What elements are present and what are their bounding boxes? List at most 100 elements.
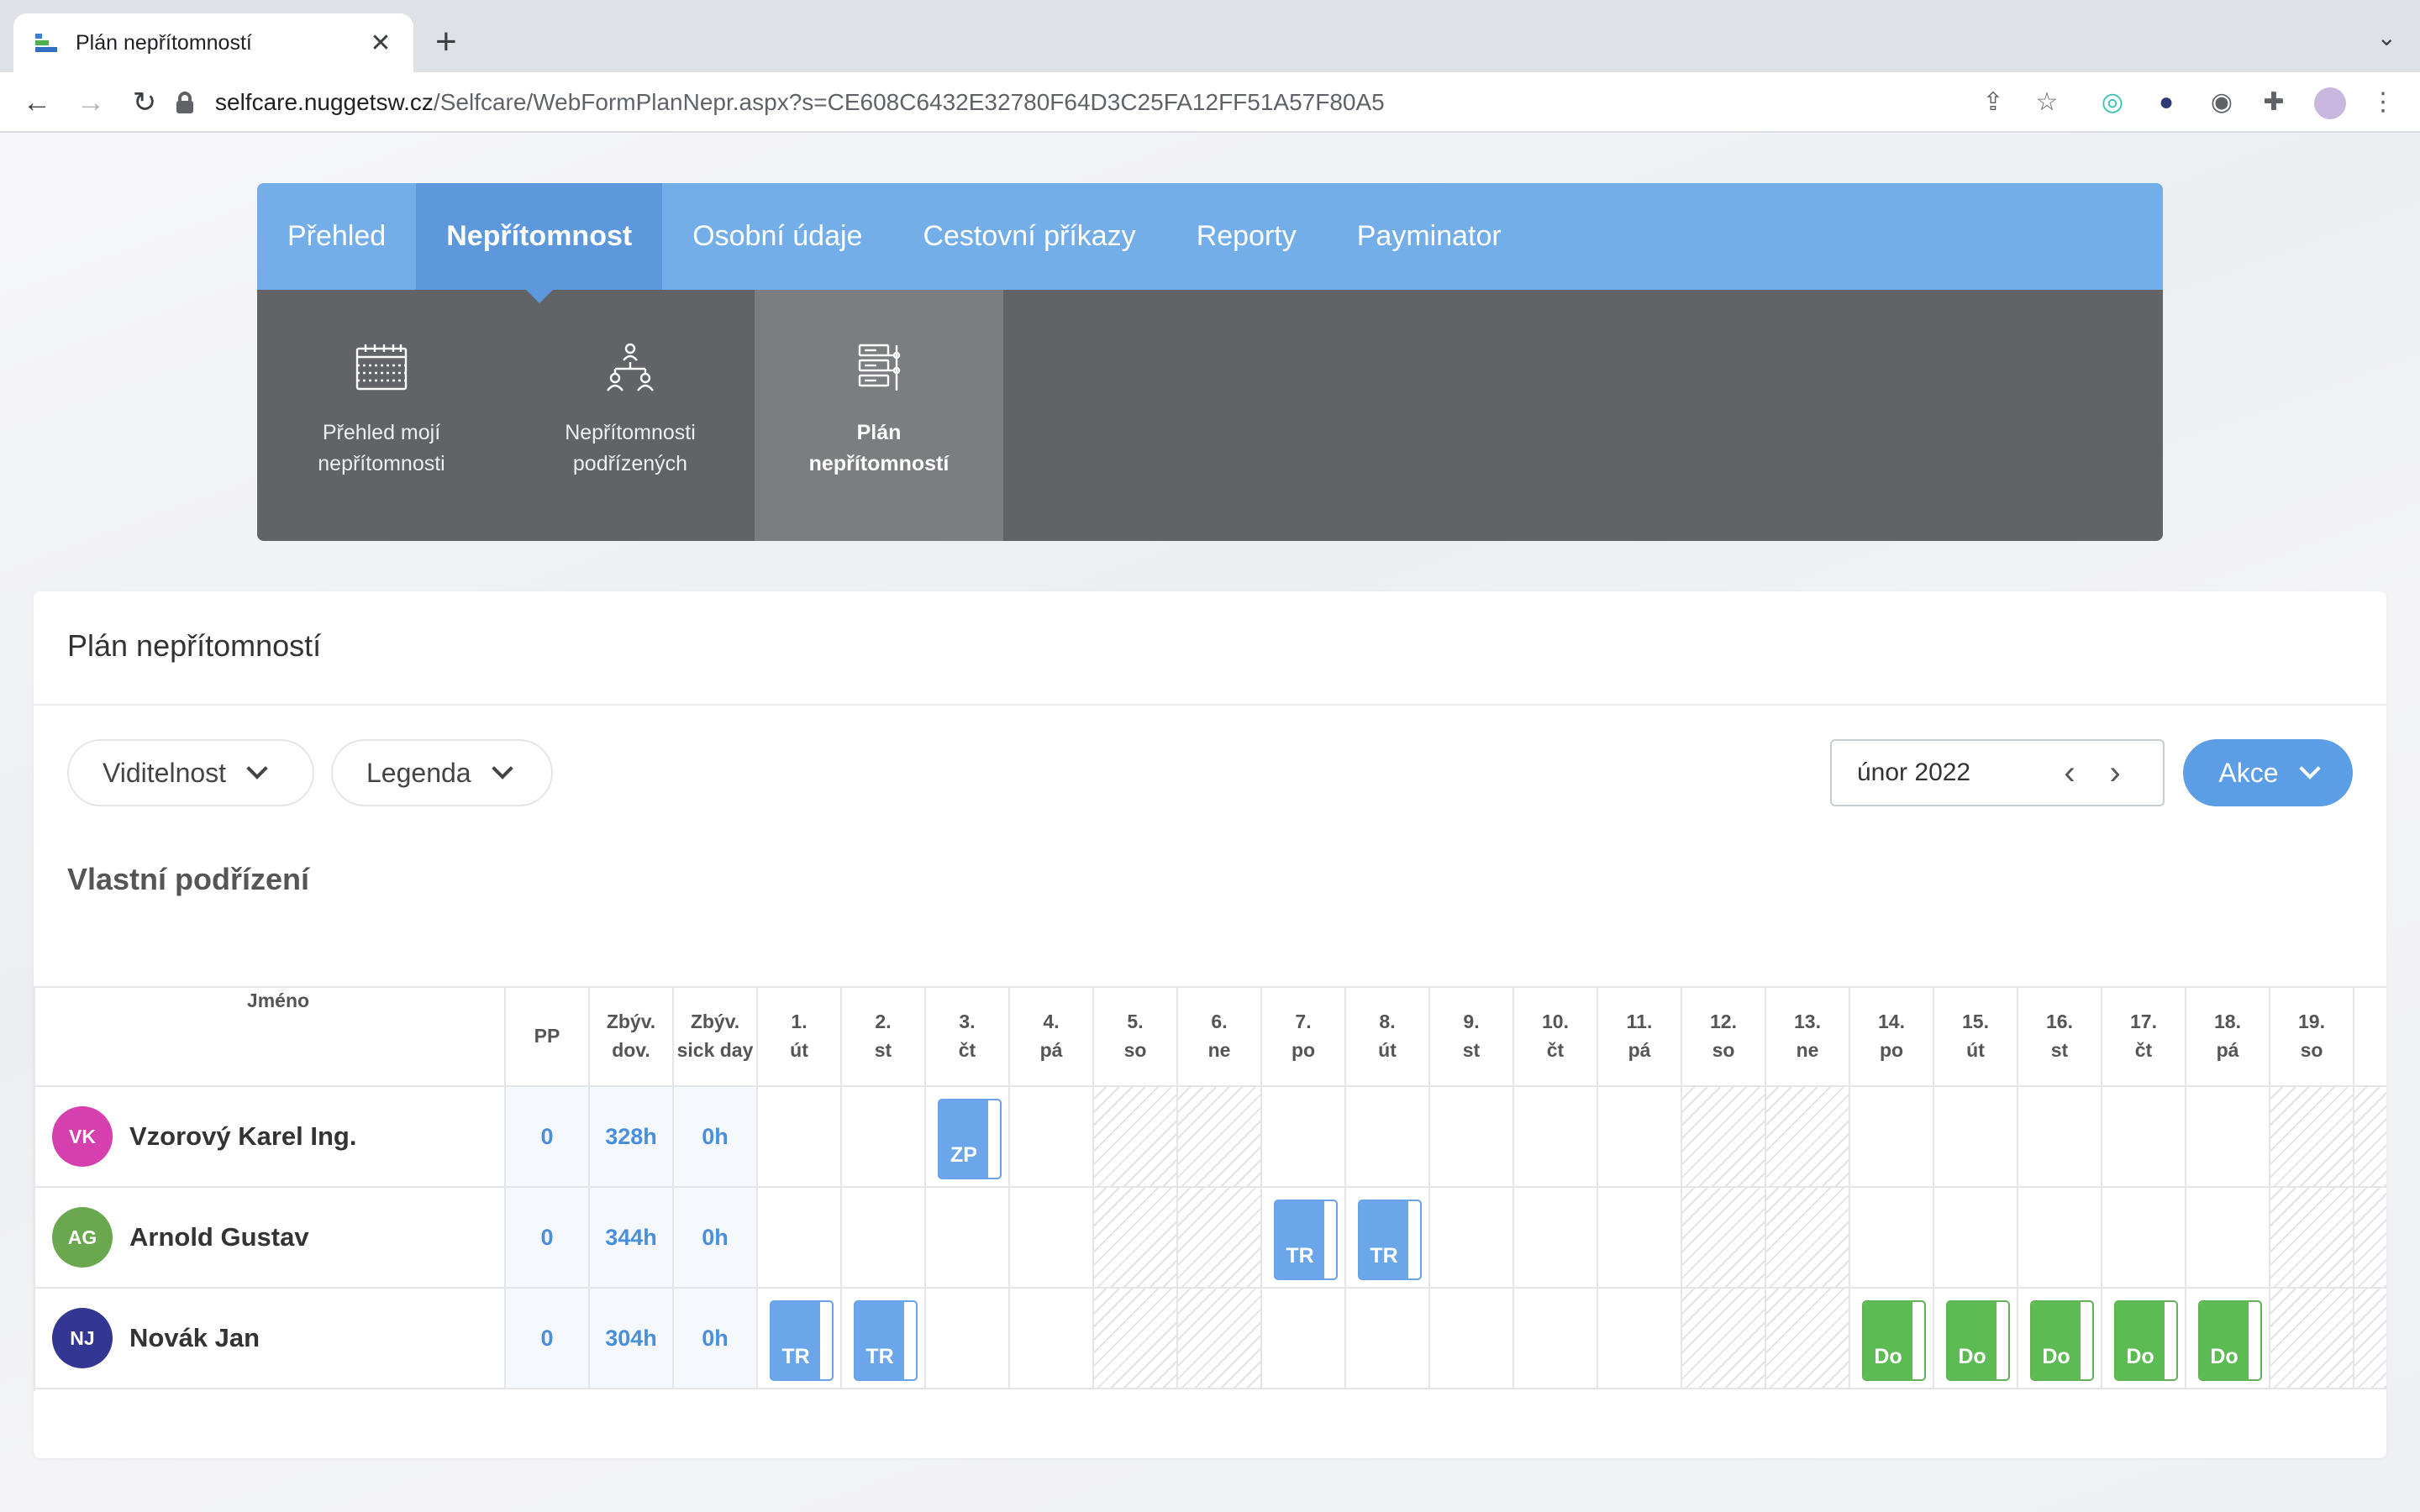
browser-menu-icon[interactable]: ⋮: [2368, 87, 2398, 118]
day-cell[interactable]: [758, 1188, 842, 1289]
back-arrow-icon[interactable]: ←: [18, 84, 55, 121]
weekend-day-cell[interactable]: [1178, 1289, 1262, 1389]
next-month-icon[interactable]: ›: [2092, 756, 2138, 790]
weekend-day-cell[interactable]: [2354, 1188, 2386, 1289]
weekend-day-cell[interactable]: [2270, 1289, 2354, 1389]
akce-button[interactable]: Akce: [2183, 739, 2353, 806]
day-cell[interactable]: [2186, 1087, 2270, 1188]
forward-arrow-icon[interactable]: →: [72, 84, 109, 121]
weekend-day-cell[interactable]: [2270, 1188, 2354, 1289]
tab-reporty[interactable]: Reporty: [1166, 183, 1327, 290]
weekend-day-cell[interactable]: [2354, 1289, 2386, 1389]
day-cell[interactable]: [842, 1087, 926, 1188]
day-cell[interactable]: [1598, 1188, 1682, 1289]
browser-tab[interactable]: Plán nepřítomností ✕: [13, 13, 413, 72]
close-tab-icon[interactable]: ✕: [368, 29, 393, 58]
extension-fingerprint-icon[interactable]: ◉: [2207, 87, 2237, 118]
profile-avatar[interactable]: [2314, 87, 2346, 119]
employee-name-cell[interactable]: NJ Novák Jan: [34, 1289, 506, 1389]
day-cell[interactable]: [1934, 1188, 2018, 1289]
extension-ring-icon[interactable]: ◎: [2097, 87, 2128, 118]
weekend-day-cell[interactable]: [2354, 1087, 2386, 1188]
reload-icon[interactable]: ↻: [126, 84, 163, 121]
sub-item-prehled-moji-nepritomnosti[interactable]: Přehled mojí nepřítomnosti: [257, 290, 506, 541]
day-cell[interactable]: [1430, 1289, 1514, 1389]
weekend-day-cell[interactable]: [2270, 1087, 2354, 1188]
absence-block[interactable]: TR: [1274, 1200, 1338, 1280]
day-cell[interactable]: [926, 1188, 1010, 1289]
sub-item-plan-nepritomnosti[interactable]: Plán nepřítomností: [755, 290, 1003, 541]
day-weekday: po: [1291, 1039, 1316, 1061]
tab-cestovni-prikazy[interactable]: Cestovní příkazy: [892, 183, 1165, 290]
new-tab-icon[interactable]: +: [435, 18, 457, 66]
tab-osobni-udaje[interactable]: Osobní údaje: [662, 183, 892, 290]
header-pp-label: PP: [534, 1025, 560, 1047]
weekend-day-cell[interactable]: [1094, 1087, 1178, 1188]
employee-name-cell[interactable]: VK Vzorový Karel Ing.: [34, 1087, 506, 1188]
day-cell[interactable]: [1598, 1289, 1682, 1389]
weekend-day-cell[interactable]: [1094, 1289, 1178, 1389]
extensions-puzzle-icon[interactable]: ✚: [2259, 87, 2289, 118]
tab-payminator[interactable]: Payminator: [1327, 183, 1532, 290]
tab-prehled[interactable]: Přehled: [257, 183, 416, 290]
previous-month-icon[interactable]: ‹: [2047, 756, 2092, 790]
weekend-day-cell[interactable]: [1682, 1188, 1766, 1289]
weekend-day-cell[interactable]: [1178, 1087, 1262, 1188]
day-cell[interactable]: [1850, 1087, 1934, 1188]
weekend-day-cell[interactable]: [1682, 1087, 1766, 1188]
day-cell[interactable]: [758, 1087, 842, 1188]
address-bar[interactable]: selfcare.nuggetsw.cz/Selfcare/WebFormPla…: [176, 76, 2086, 129]
day-cell[interactable]: [1514, 1188, 1598, 1289]
employee-name-cell[interactable]: AG Arnold Gustav: [34, 1188, 506, 1289]
day-cell[interactable]: [1430, 1087, 1514, 1188]
day-cell[interactable]: [926, 1289, 1010, 1389]
weekend-day-cell[interactable]: [1178, 1188, 1262, 1289]
day-cell[interactable]: [2186, 1188, 2270, 1289]
absence-block[interactable]: Do: [2198, 1300, 2262, 1381]
day-cell[interactable]: [842, 1188, 926, 1289]
absence-block[interactable]: Do: [1862, 1300, 1926, 1381]
day-cell[interactable]: [1598, 1087, 1682, 1188]
day-cell[interactable]: [1010, 1188, 1094, 1289]
absence-block[interactable]: ZP: [938, 1099, 1002, 1179]
day-cell[interactable]: [2018, 1188, 2102, 1289]
remaining-sick-day-cell: 0h: [674, 1289, 758, 1389]
day-cell[interactable]: [1850, 1188, 1934, 1289]
visibility-dropdown[interactable]: Viditelnost: [67, 739, 314, 806]
day-cell[interactable]: [1514, 1087, 1598, 1188]
weekend-day-cell[interactable]: [1766, 1087, 1850, 1188]
absence-block[interactable]: Do: [2114, 1300, 2178, 1381]
day-cell[interactable]: [1934, 1087, 2018, 1188]
extension-circle-icon[interactable]: ●: [2151, 87, 2181, 118]
share-icon[interactable]: ⇪: [1978, 87, 2008, 118]
day-cell[interactable]: [2102, 1087, 2186, 1188]
absence-block[interactable]: TR: [1358, 1200, 1422, 1280]
tab-nepritomnost[interactable]: Nepřítomnost: [416, 183, 663, 303]
lock-icon[interactable]: [176, 92, 193, 113]
header-name-label: Jméno: [246, 990, 310, 1011]
absence-block[interactable]: TR: [770, 1300, 834, 1381]
day-cell[interactable]: [1262, 1087, 1346, 1188]
day-cell[interactable]: [1346, 1289, 1430, 1389]
day-cell[interactable]: [1010, 1289, 1094, 1389]
avatar: VK: [52, 1106, 113, 1167]
absence-block[interactable]: Do: [1946, 1300, 2010, 1381]
day-cell[interactable]: [2018, 1087, 2102, 1188]
weekend-day-cell[interactable]: [1094, 1188, 1178, 1289]
month-picker[interactable]: únor 2022 ‹ ›: [1830, 739, 2165, 806]
day-cell[interactable]: [1346, 1087, 1430, 1188]
absence-block[interactable]: TR: [854, 1300, 918, 1381]
day-cell[interactable]: [1430, 1188, 1514, 1289]
absence-block[interactable]: Do: [2030, 1300, 2094, 1381]
weekend-day-cell[interactable]: [1766, 1289, 1850, 1389]
day-cell[interactable]: [1010, 1087, 1094, 1188]
tab-search-chevron-icon[interactable]: ⌄: [2377, 24, 2396, 51]
bookmark-star-icon[interactable]: ☆: [2032, 87, 2062, 118]
weekend-day-cell[interactable]: [1682, 1289, 1766, 1389]
day-cell[interactable]: [1262, 1289, 1346, 1389]
sub-item-nepritomnosti-podrizenych[interactable]: Nepřítomnosti podřízených: [506, 290, 755, 541]
weekend-day-cell[interactable]: [1766, 1188, 1850, 1289]
day-cell[interactable]: [2102, 1188, 2186, 1289]
day-cell[interactable]: [1514, 1289, 1598, 1389]
legend-dropdown[interactable]: Legenda: [331, 739, 553, 806]
